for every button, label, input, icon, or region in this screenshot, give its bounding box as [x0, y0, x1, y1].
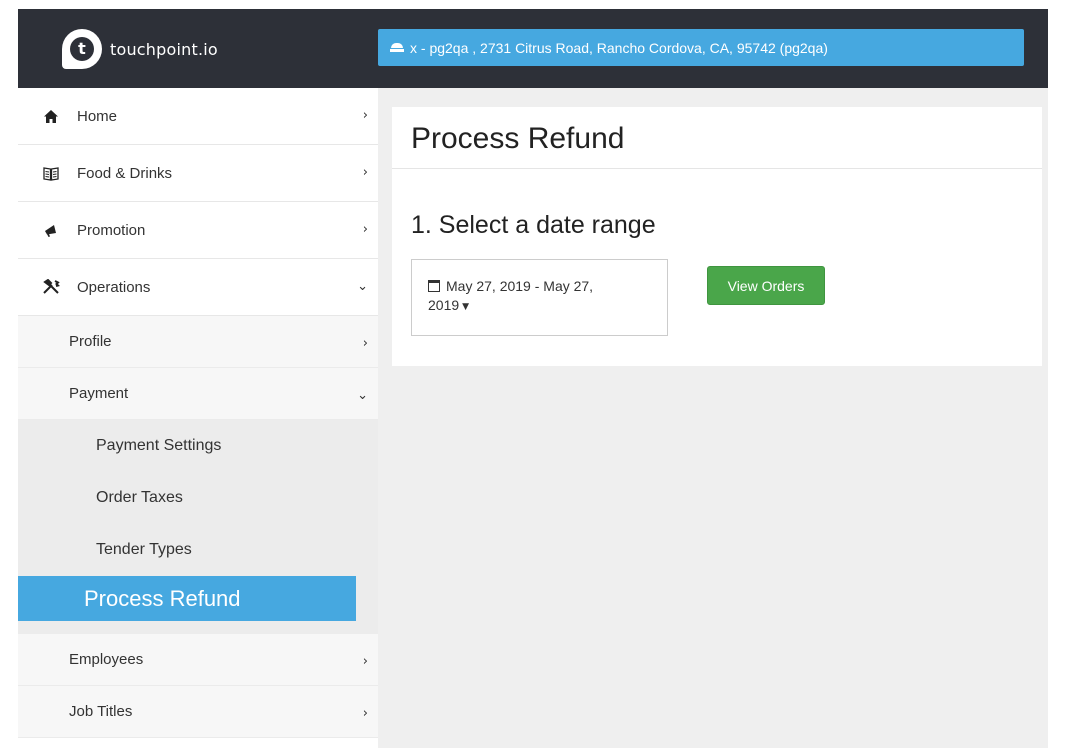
process-refund-panel: Process Refund 1. Select a date range Ma…: [392, 107, 1042, 366]
active-item-wrapper: Process Refund: [18, 576, 378, 634]
sidebar-item-payment-settings[interactable]: Payment Settings: [18, 420, 378, 472]
sidebar-item-label: Order Taxes: [96, 489, 183, 506]
sidebar-item-label: Home: [77, 107, 118, 125]
chevron-down-icon: ⌄: [357, 387, 368, 403]
sidebar-item-label: Payment Settings: [96, 437, 222, 454]
caret-down-icon: ▼: [462, 302, 470, 312]
sidebar-item-home[interactable]: Home ›: [18, 88, 378, 145]
sidebar-item-promotion[interactable]: Promotion ›: [18, 202, 378, 259]
chevron-right-icon: ›: [362, 335, 368, 351]
megaphone-icon: [40, 221, 62, 239]
home-icon: [40, 107, 62, 125]
app-window: t touchpoint.io x - pg2qa , 2731 Citrus …: [18, 9, 1048, 748]
sidebar-item-label: Profile: [69, 333, 112, 350]
sidebar-item-job-titles[interactable]: Job Titles ›: [18, 686, 378, 738]
chevron-down-icon: ⌄: [357, 278, 368, 294]
chevron-right-icon: ›: [362, 705, 368, 721]
sidebar-item-label: Process Refund: [84, 585, 241, 611]
top-header: t touchpoint.io x - pg2qa , 2731 Citrus …: [18, 9, 1048, 88]
sidebar-item-label: Job Titles: [69, 703, 133, 720]
date-range-line2: 2019: [428, 297, 460, 313]
touchpoint-logo-icon: t: [62, 29, 102, 69]
menu-book-icon: [40, 164, 62, 182]
location-label: x - pg2qa , 2731 Citrus Road, Rancho Cor…: [410, 39, 828, 56]
brand-logo[interactable]: t touchpoint.io: [62, 29, 218, 69]
sidebar-item-process-refund[interactable]: Process Refund: [18, 576, 356, 621]
date-range-picker[interactable]: May 27, 2019 - May 27, 2019 ▼: [411, 259, 668, 336]
sidebar: Home › Food & Drinks › Promotion › Opera…: [18, 88, 378, 748]
chevron-right-icon: ›: [362, 653, 368, 669]
store-icon: [390, 42, 404, 53]
sidebar-item-label: Food & Drinks: [77, 164, 173, 182]
sidebar-item-label: Employees: [69, 651, 144, 668]
sidebar-item-food-drinks[interactable]: Food & Drinks ›: [18, 145, 378, 202]
sidebar-item-label: Operations: [77, 278, 151, 296]
date-range-line1: May 27, 2019 - May 27,: [446, 278, 594, 294]
sidebar-item-profile[interactable]: Profile ›: [18, 316, 378, 368]
sidebar-item-label: Payment: [69, 385, 129, 402]
sidebar-item-order-taxes[interactable]: Order Taxes: [18, 472, 378, 524]
calendar-icon: [428, 280, 440, 292]
sidebar-item-employees[interactable]: Employees ›: [18, 634, 378, 686]
chevron-right-icon: ›: [362, 164, 368, 180]
location-selector[interactable]: x - pg2qa , 2731 Citrus Road, Rancho Cor…: [378, 29, 1024, 66]
page-title: Process Refund: [392, 107, 1042, 169]
chevron-right-icon: ›: [362, 221, 368, 237]
tools-icon: [40, 278, 62, 296]
sidebar-item-payment[interactable]: Payment ⌄: [18, 368, 378, 420]
sidebar-item-tender-types[interactable]: Tender Types: [18, 524, 378, 576]
section-title: 1. Select a date range: [411, 211, 656, 239]
view-orders-button[interactable]: View Orders: [707, 266, 825, 305]
sidebar-item-operations[interactable]: Operations ⌄: [18, 259, 378, 316]
chevron-right-icon: ›: [362, 107, 368, 123]
sidebar-item-label: Promotion: [77, 221, 146, 239]
sidebar-item-label: Tender Types: [96, 541, 192, 558]
brand-name: touchpoint.io: [110, 39, 218, 59]
